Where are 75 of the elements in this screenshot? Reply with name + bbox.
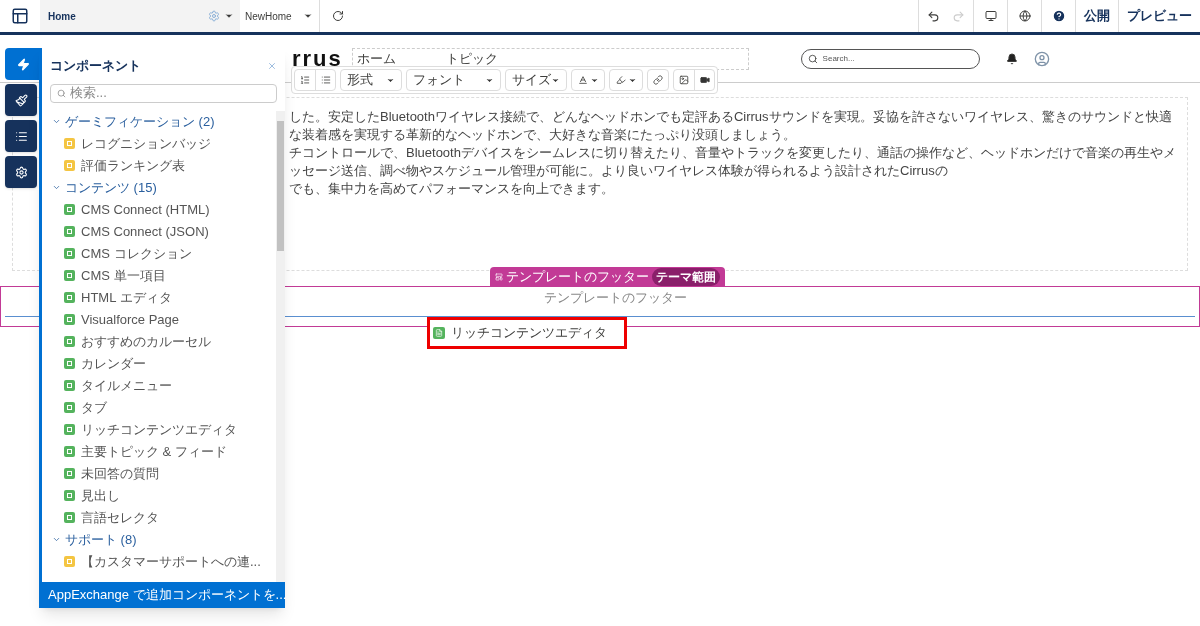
chevron-down-icon <box>52 183 61 192</box>
bell-icon[interactable] <box>1006 52 1019 65</box>
settings-icon <box>14 165 28 179</box>
page-structure-tab[interactable] <box>5 120 37 152</box>
caret-icon[interactable] <box>303 11 313 21</box>
component-item[interactable]: おすすめのカルーセル <box>42 330 276 353</box>
component-item[interactable]: HTML エディタ <box>42 286 276 309</box>
component-item[interactable]: 主要トピック & フィード <box>42 440 276 463</box>
link-icon <box>653 75 663 85</box>
settings-tab[interactable] <box>5 156 37 188</box>
text-color-button[interactable] <box>571 69 605 91</box>
nav-item[interactable]: ホーム <box>356 48 396 69</box>
components-icon <box>16 57 30 71</box>
panel-title: コンポーネント <box>50 57 141 75</box>
component-item[interactable]: 評価ランキング表 <box>42 154 276 177</box>
group-header[interactable]: サポート (8) <box>42 528 276 551</box>
component-item[interactable]: タイルメニュー <box>42 374 276 397</box>
component-item[interactable]: レコグニションバッジ <box>42 132 276 155</box>
component-item[interactable]: 見出し <box>42 484 276 507</box>
page-variant: NewHome <box>245 9 293 24</box>
scrollbar[interactable] <box>276 110 285 582</box>
body-text: でも、集中力を高めてパフォーマンスを向上できます。 <box>289 180 615 198</box>
component-item[interactable]: CMS 単一項目 <box>42 264 276 287</box>
bullet-list-icon[interactable] <box>320 75 331 85</box>
component-item[interactable]: 言語セレクタ <box>42 506 276 529</box>
component-item[interactable]: 【カスタマーサポートへの連... <box>42 550 276 573</box>
layout-icon[interactable] <box>11 7 29 25</box>
theme-tab[interactable] <box>5 84 37 116</box>
component-item[interactable]: 未回答の質問 <box>42 462 276 485</box>
dragged-component[interactable]: リッチコンテンツエディタ <box>427 317 627 349</box>
help-icon[interactable] <box>1051 9 1066 23</box>
component-item[interactable]: CMS Connect (JSON) <box>42 220 276 243</box>
chevron-down-icon <box>52 117 61 126</box>
nav-item[interactable]: トピック <box>445 48 498 69</box>
preview-button[interactable]: プレビュー <box>1118 0 1200 32</box>
footer-placeholder: テンプレートのフッター <box>543 289 687 307</box>
group-header[interactable]: コンテンツ (15) <box>42 176 276 199</box>
highlight-button[interactable] <box>609 69 643 91</box>
body-text: した。安定したBluetoothワイヤレス接続で、どんなヘッドホンでも定評あるCirrusサウンドを実現。妥協を許さないワイヤレス、驚きのサウンドと快適な装着感を実現する革新的なヘッドホンで、大好きな音楽にたっぷり没頭しましょう。 <box>289 108 1173 144</box>
component-item[interactable]: CMS コレクション <box>42 242 276 265</box>
numbered-list-icon[interactable] <box>300 75 310 85</box>
document-icon <box>435 329 443 337</box>
footer-tab-label: テンプレートのフッター <box>506 267 649 286</box>
highlighter-icon <box>615 75 626 85</box>
navigator-icon <box>14 129 28 143</box>
group-header[interactable]: ゲーミフィケーション (2) <box>42 110 276 133</box>
template-icon <box>495 272 503 281</box>
search-icon <box>807 53 818 64</box>
body-text: チコントロールで、Bluetoothデバイスをシームレスに切り替えたり、音量やトラックを変更したり、通話の操作など、ヘッドホンだけで音楽の再生やメッセージ送信、調べ物やスケジュール管理が可能に。より良いワイヤレス体験が得られるよう設計されたCirrusの <box>289 144 1177 180</box>
theme-badge: テーマ範囲 <box>652 267 720 286</box>
globe-icon[interactable] <box>1018 10 1031 22</box>
caret-icon[interactable] <box>224 11 234 21</box>
appexchange-link[interactable]: AppExchange で追加コンポーネントを... <box>42 582 285 608</box>
publish-button[interactable]: 公開 <box>1075 0 1118 32</box>
search-icon <box>57 88 66 98</box>
format-dropdown[interactable]: 形式 <box>340 69 402 91</box>
video-icon[interactable] <box>699 75 710 85</box>
undo-icon[interactable] <box>927 9 940 23</box>
desktop-icon[interactable] <box>984 10 997 22</box>
component-item[interactable]: タブ <box>42 396 276 419</box>
format-dropdown[interactable]: サイズ <box>505 69 567 91</box>
image-icon[interactable] <box>679 75 689 85</box>
component-item[interactable]: リッチコンテンツエディタ <box>42 418 276 441</box>
link-button[interactable] <box>647 69 669 91</box>
component-item[interactable]: カレンダー <box>42 352 276 375</box>
components-tab[interactable] <box>5 48 41 80</box>
refresh-icon[interactable] <box>332 10 344 22</box>
component-item[interactable]: CMS Connect (HTML) <box>42 198 276 221</box>
format-dropdown[interactable]: フォント <box>406 69 501 91</box>
theme-icon <box>14 93 28 107</box>
chevron-down-icon <box>52 535 61 544</box>
page-name: Home <box>48 9 77 24</box>
avatar-icon[interactable] <box>1034 50 1050 67</box>
text-color-icon <box>577 75 588 85</box>
component-search-field[interactable]: 検索... <box>50 83 277 103</box>
